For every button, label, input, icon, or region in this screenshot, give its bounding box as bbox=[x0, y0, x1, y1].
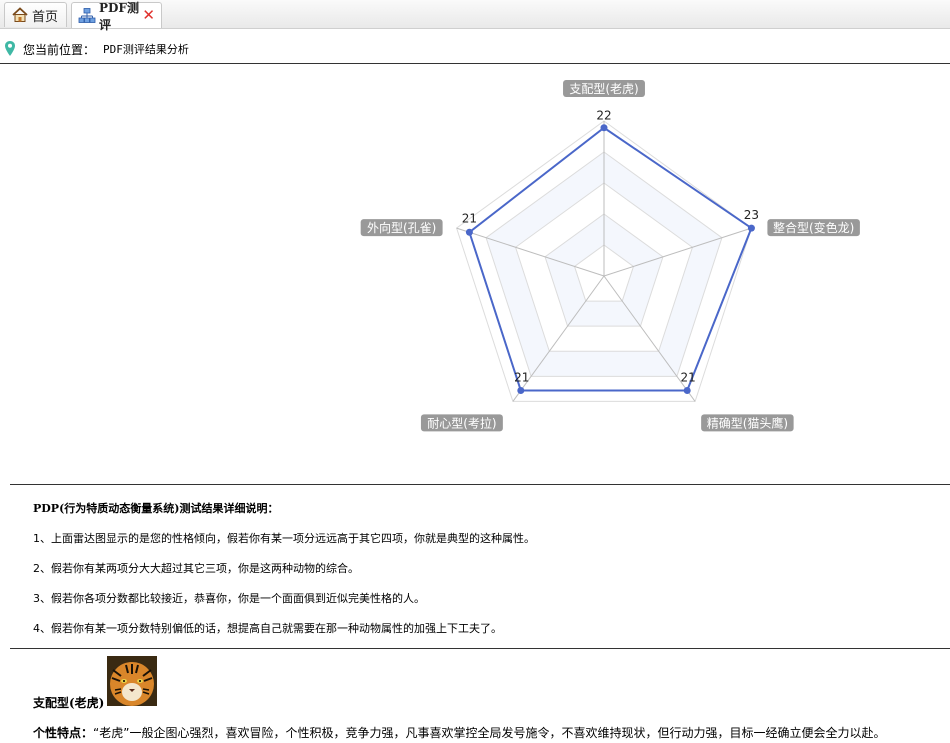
radar-indicator-label: 外向型(孔雀) bbox=[367, 220, 436, 235]
radar-value-label: 21 bbox=[462, 211, 477, 225]
description-item-2: 2、假若你有某两项分大大超过其它三项，你是这两种动物的综合。 bbox=[33, 562, 359, 575]
breadcrumb-label: 您当前位置： bbox=[23, 42, 96, 57]
tiger-image bbox=[107, 656, 157, 706]
tab-bar: 首页 PDF测评 ✕ bbox=[0, 0, 950, 32]
radar-value-label: 21 bbox=[514, 370, 529, 384]
trait-text: “老虎”一般企图心强烈，喜欢冒险，个性积极，竞争力强，凡事喜欢掌控全局发号施令，… bbox=[93, 726, 886, 740]
radar-point bbox=[683, 386, 691, 394]
tab-pdf-evaluation[interactable]: PDF测评 ✕ bbox=[71, 1, 162, 32]
breadcrumb-current: PDF测评结果分析 bbox=[103, 43, 189, 56]
description-title: PDP(行为特质动态衡量系统)测试结果详细说明： bbox=[33, 502, 279, 515]
trait-label: 个性特点： bbox=[33, 726, 94, 740]
radar-value-label: 23 bbox=[744, 208, 759, 222]
divider bbox=[10, 484, 950, 485]
radar-chart: 22 23 21 21 21 支配型(老虎) 整合型(变色龙) 精确型(猫头鹰) 耐心型(考拉)… bbox=[360, 80, 860, 432]
breadcrumb: 您当前位置： PDF测评结果分析 bbox=[0, 35, 950, 64]
close-icon[interactable]: ✕ bbox=[142, 8, 155, 23]
radar-point bbox=[600, 124, 608, 132]
description-item-1: 1、上面雷达图显示的是您的性格倾向，假若你有某一项分远远高于其它四项，你就是典型… bbox=[33, 532, 535, 545]
org-chart-icon bbox=[78, 7, 96, 25]
radar-point bbox=[465, 228, 473, 236]
divider bbox=[10, 648, 950, 649]
radar-indicator-label: 整合型(变色龙) bbox=[773, 220, 854, 235]
tab-pdf-evaluation-label: PDF测评 bbox=[99, 0, 139, 32]
radar-indicator-label: 精确型(猫头鹰) bbox=[707, 415, 788, 430]
radar-point bbox=[747, 224, 755, 232]
radar-indicator-label: 支配型(老虎) bbox=[569, 82, 638, 96]
radar-indicator-label: 耐心型(考拉) bbox=[427, 415, 496, 430]
home-icon bbox=[11, 6, 29, 24]
tab-home-label: 首页 bbox=[32, 9, 59, 25]
radar-point bbox=[517, 386, 525, 394]
result-type-name: 支配型(老虎) bbox=[33, 696, 105, 710]
trait-description: 个性特点：“老虎”一般企图心强烈，喜欢冒险，个性积极，竞争力强，凡事喜欢掌控全局… bbox=[33, 724, 885, 741]
location-pin-icon bbox=[4, 40, 16, 58]
radar-value-label: 21 bbox=[681, 370, 696, 384]
tab-home[interactable]: 首页 bbox=[4, 2, 67, 27]
description-item-3: 3、假若你各项分数都比较接近，恭喜你，你是一个面面俱到近似完美性格的人。 bbox=[33, 592, 425, 605]
radar-value-label: 22 bbox=[596, 109, 611, 123]
description-item-4: 4、假若你有某一项分数特别偏低的话，想提高自己就需要在那一种动物属性的加强上下工… bbox=[33, 622, 502, 635]
